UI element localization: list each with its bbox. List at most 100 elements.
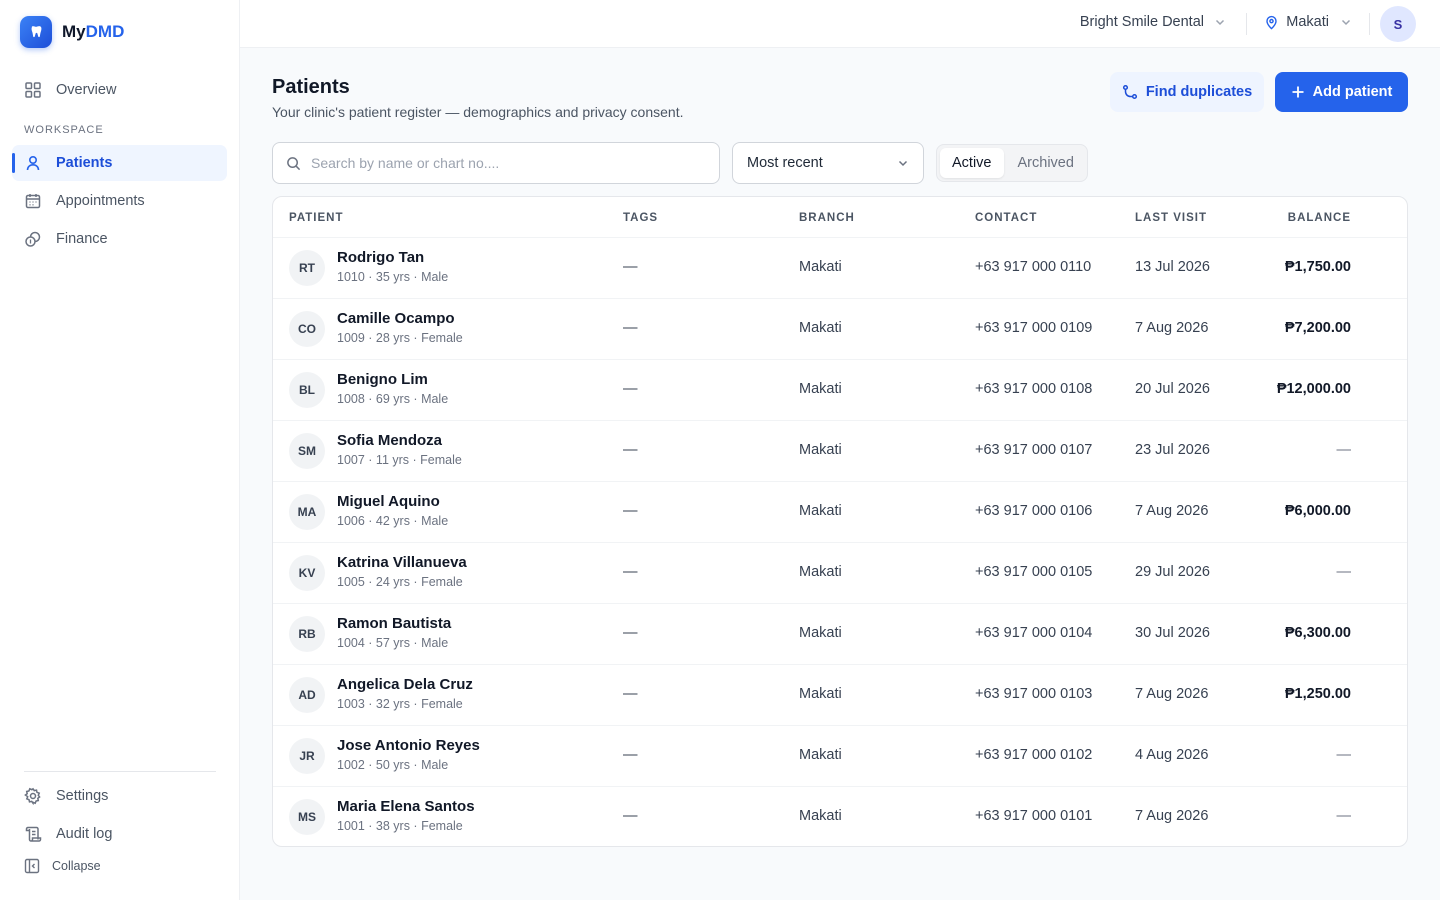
table-row[interactable]: RT Rodrigo Tan 1010 · 35 yrs · Male — Makati…: [273, 237, 1407, 298]
patient-balance: ₱1,750.00: [1284, 259, 1351, 275]
patient-last-visit: 7 Aug 2026: [1135, 808, 1209, 824]
nav-audit-log[interactable]: Audit log: [12, 816, 227, 852]
merge-branch-icon: [1122, 84, 1137, 100]
sort-select[interactable]: Most recent: [732, 142, 924, 184]
patient-name[interactable]: Katrina Villanueva: [337, 554, 467, 571]
patients-table: PATIENT TAGS BRANCH CONTACT LAST VISIT B…: [272, 196, 1408, 847]
patient-avatar: MA: [289, 494, 325, 530]
nav-overview[interactable]: Overview: [12, 72, 227, 108]
patient-balance: —: [1336, 442, 1352, 458]
patient-name[interactable]: Benigno Lim: [337, 371, 428, 388]
tab-archived[interactable]: Archived: [1006, 148, 1086, 178]
patient-meta: 1006 · 42 yrs · Male: [337, 514, 449, 528]
clinic-selector[interactable]: Bright Smile Dental: [1080, 14, 1226, 30]
patient-contact: +63 917 000 0104: [975, 625, 1093, 641]
patient-name[interactable]: Ramon Bautista: [337, 615, 451, 632]
chevron-down-icon: [898, 160, 908, 167]
patient-meta: 1005 · 24 yrs · Female: [337, 575, 463, 589]
patient-name[interactable]: Miguel Aquino: [337, 493, 440, 510]
patient-tags: —: [623, 503, 638, 519]
map-pin-icon: [1266, 15, 1277, 30]
patient-name[interactable]: Jose Antonio Reyes: [337, 737, 480, 754]
patient-contact: +63 917 000 0110: [975, 259, 1092, 275]
patient-tags: —: [623, 320, 638, 336]
plus-icon: [1292, 86, 1304, 98]
patient-tags: —: [623, 381, 638, 397]
brand[interactable]: MyDMD: [20, 16, 124, 48]
patient-last-visit: 7 Aug 2026: [1135, 320, 1209, 336]
patient-name[interactable]: Rodrigo Tan: [337, 249, 424, 266]
nav-finance-label: Finance: [56, 231, 108, 247]
patient-branch: Makati: [799, 442, 842, 458]
column-header-patient[interactable]: PATIENT: [289, 212, 344, 224]
column-header-tags[interactable]: TAGS: [623, 212, 658, 224]
patient-name[interactable]: Maria Elena Santos: [337, 798, 475, 815]
user-avatar[interactable]: S: [1380, 6, 1416, 42]
branch-selector[interactable]: Makati: [1264, 14, 1352, 30]
sidebar-collapse-icon: [24, 858, 40, 874]
patient-meta: 1010 · 35 yrs · Male: [337, 270, 449, 284]
add-patient-button[interactable]: Add patient: [1275, 72, 1408, 112]
search-icon: [287, 156, 301, 170]
find-duplicates-button[interactable]: Find duplicates: [1110, 72, 1264, 112]
find-duplicates-label: Find duplicates: [1145, 84, 1253, 100]
patient-last-visit: 7 Aug 2026: [1135, 686, 1209, 702]
nav-settings-label: Settings: [56, 788, 109, 804]
patient-last-visit: 7 Aug 2026: [1135, 503, 1209, 519]
column-header-contact[interactable]: CONTACT: [975, 212, 1037, 224]
table-row[interactable]: RB Ramon Bautista 1004 · 57 yrs · Male — Mak…: [273, 603, 1407, 664]
column-header-branch[interactable]: BRANCH: [799, 212, 855, 224]
patient-balance: ₱6,300.00: [1284, 625, 1351, 641]
patient-branch: Makati: [799, 381, 842, 397]
nav-settings[interactable]: Settings: [12, 778, 227, 814]
nav-finance[interactable]: Finance: [12, 221, 227, 257]
patient-name[interactable]: Sofia Mendoza: [337, 432, 442, 449]
patient-last-visit: 29 Jul 2026: [1135, 564, 1210, 580]
nav-overview-label: Overview: [56, 82, 117, 98]
patient-tags: —: [623, 625, 638, 641]
tab-active[interactable]: Active: [940, 148, 1004, 178]
patient-last-visit: 20 Jul 2026: [1135, 381, 1210, 397]
search-box[interactable]: [272, 142, 720, 184]
patient-name[interactable]: Angelica Dela Cruz: [337, 676, 473, 693]
patient-tags: —: [623, 564, 638, 580]
table-row[interactable]: KV Katrina Villanueva 1005 · 24 yrs · Fema…: [273, 542, 1407, 603]
patient-contact: +63 917 000 0103: [975, 686, 1093, 702]
add-patient-label: Add patient: [1312, 84, 1393, 100]
column-header-last-visit[interactable]: LAST VISIT: [1135, 212, 1207, 224]
patient-meta: 1003 · 32 yrs · Female: [337, 697, 463, 711]
nav-patients[interactable]: Patients: [12, 145, 227, 181]
table-row[interactable]: MS Maria Elena Santos 1001 · 38 yrs · Fema…: [273, 786, 1407, 846]
patient-tags: —: [623, 686, 638, 702]
patient-avatar: JR: [289, 738, 325, 774]
patient-name[interactable]: Camille Ocampo: [337, 310, 455, 327]
table-row[interactable]: AD Angelica Dela Cruz 1003 · 32 yrs · Fema…: [273, 664, 1407, 725]
table-row[interactable]: BL Benigno Lim 1008 · 69 yrs · Male — Makati…: [273, 359, 1407, 420]
table-row[interactable]: CO Camille Ocampo 1009 · 28 yrs · Female — M…: [273, 298, 1407, 359]
column-header-balance[interactable]: BALANCE: [1288, 212, 1351, 224]
patient-branch: Makati: [799, 747, 842, 763]
patient-avatar: AD: [289, 677, 325, 713]
patient-balance: ₱7,200.00: [1284, 320, 1351, 336]
patient-avatar: MS: [289, 799, 325, 835]
search-input[interactable]: [311, 155, 691, 171]
patient-balance: ₱1,250.00: [1284, 686, 1351, 702]
table-row[interactable]: SM Sofia Mendoza 1007 · 11 yrs · Female — Ma…: [273, 420, 1407, 481]
coins-icon: [25, 231, 41, 247]
collapse-sidebar-button[interactable]: Collapse: [24, 858, 101, 874]
table-row[interactable]: MA Miguel Aquino 1006 · 42 yrs · Male — Maka…: [273, 481, 1407, 542]
patient-branch: Makati: [799, 686, 842, 702]
table-row[interactable]: JR Jose Antonio Reyes 1002 · 50 yrs · Male…: [273, 725, 1407, 786]
patient-meta: 1007 · 11 yrs · Female: [337, 453, 462, 467]
patient-last-visit: 4 Aug 2026: [1135, 747, 1209, 763]
patient-contact: +63 917 000 0107: [975, 442, 1093, 458]
patient-contact: +63 917 000 0102: [975, 747, 1093, 763]
patient-avatar: RT: [289, 250, 325, 286]
nav-appointments[interactable]: Appointments: [12, 183, 227, 219]
patient-meta: 1002 · 50 yrs · Male: [337, 758, 449, 772]
tooth-logo-icon: [20, 16, 52, 48]
patient-last-visit: 23 Jul 2026: [1135, 442, 1210, 458]
patient-balance: ₱6,000.00: [1284, 503, 1351, 519]
patient-balance: —: [1336, 747, 1352, 763]
chevron-down-icon: [1341, 19, 1351, 26]
